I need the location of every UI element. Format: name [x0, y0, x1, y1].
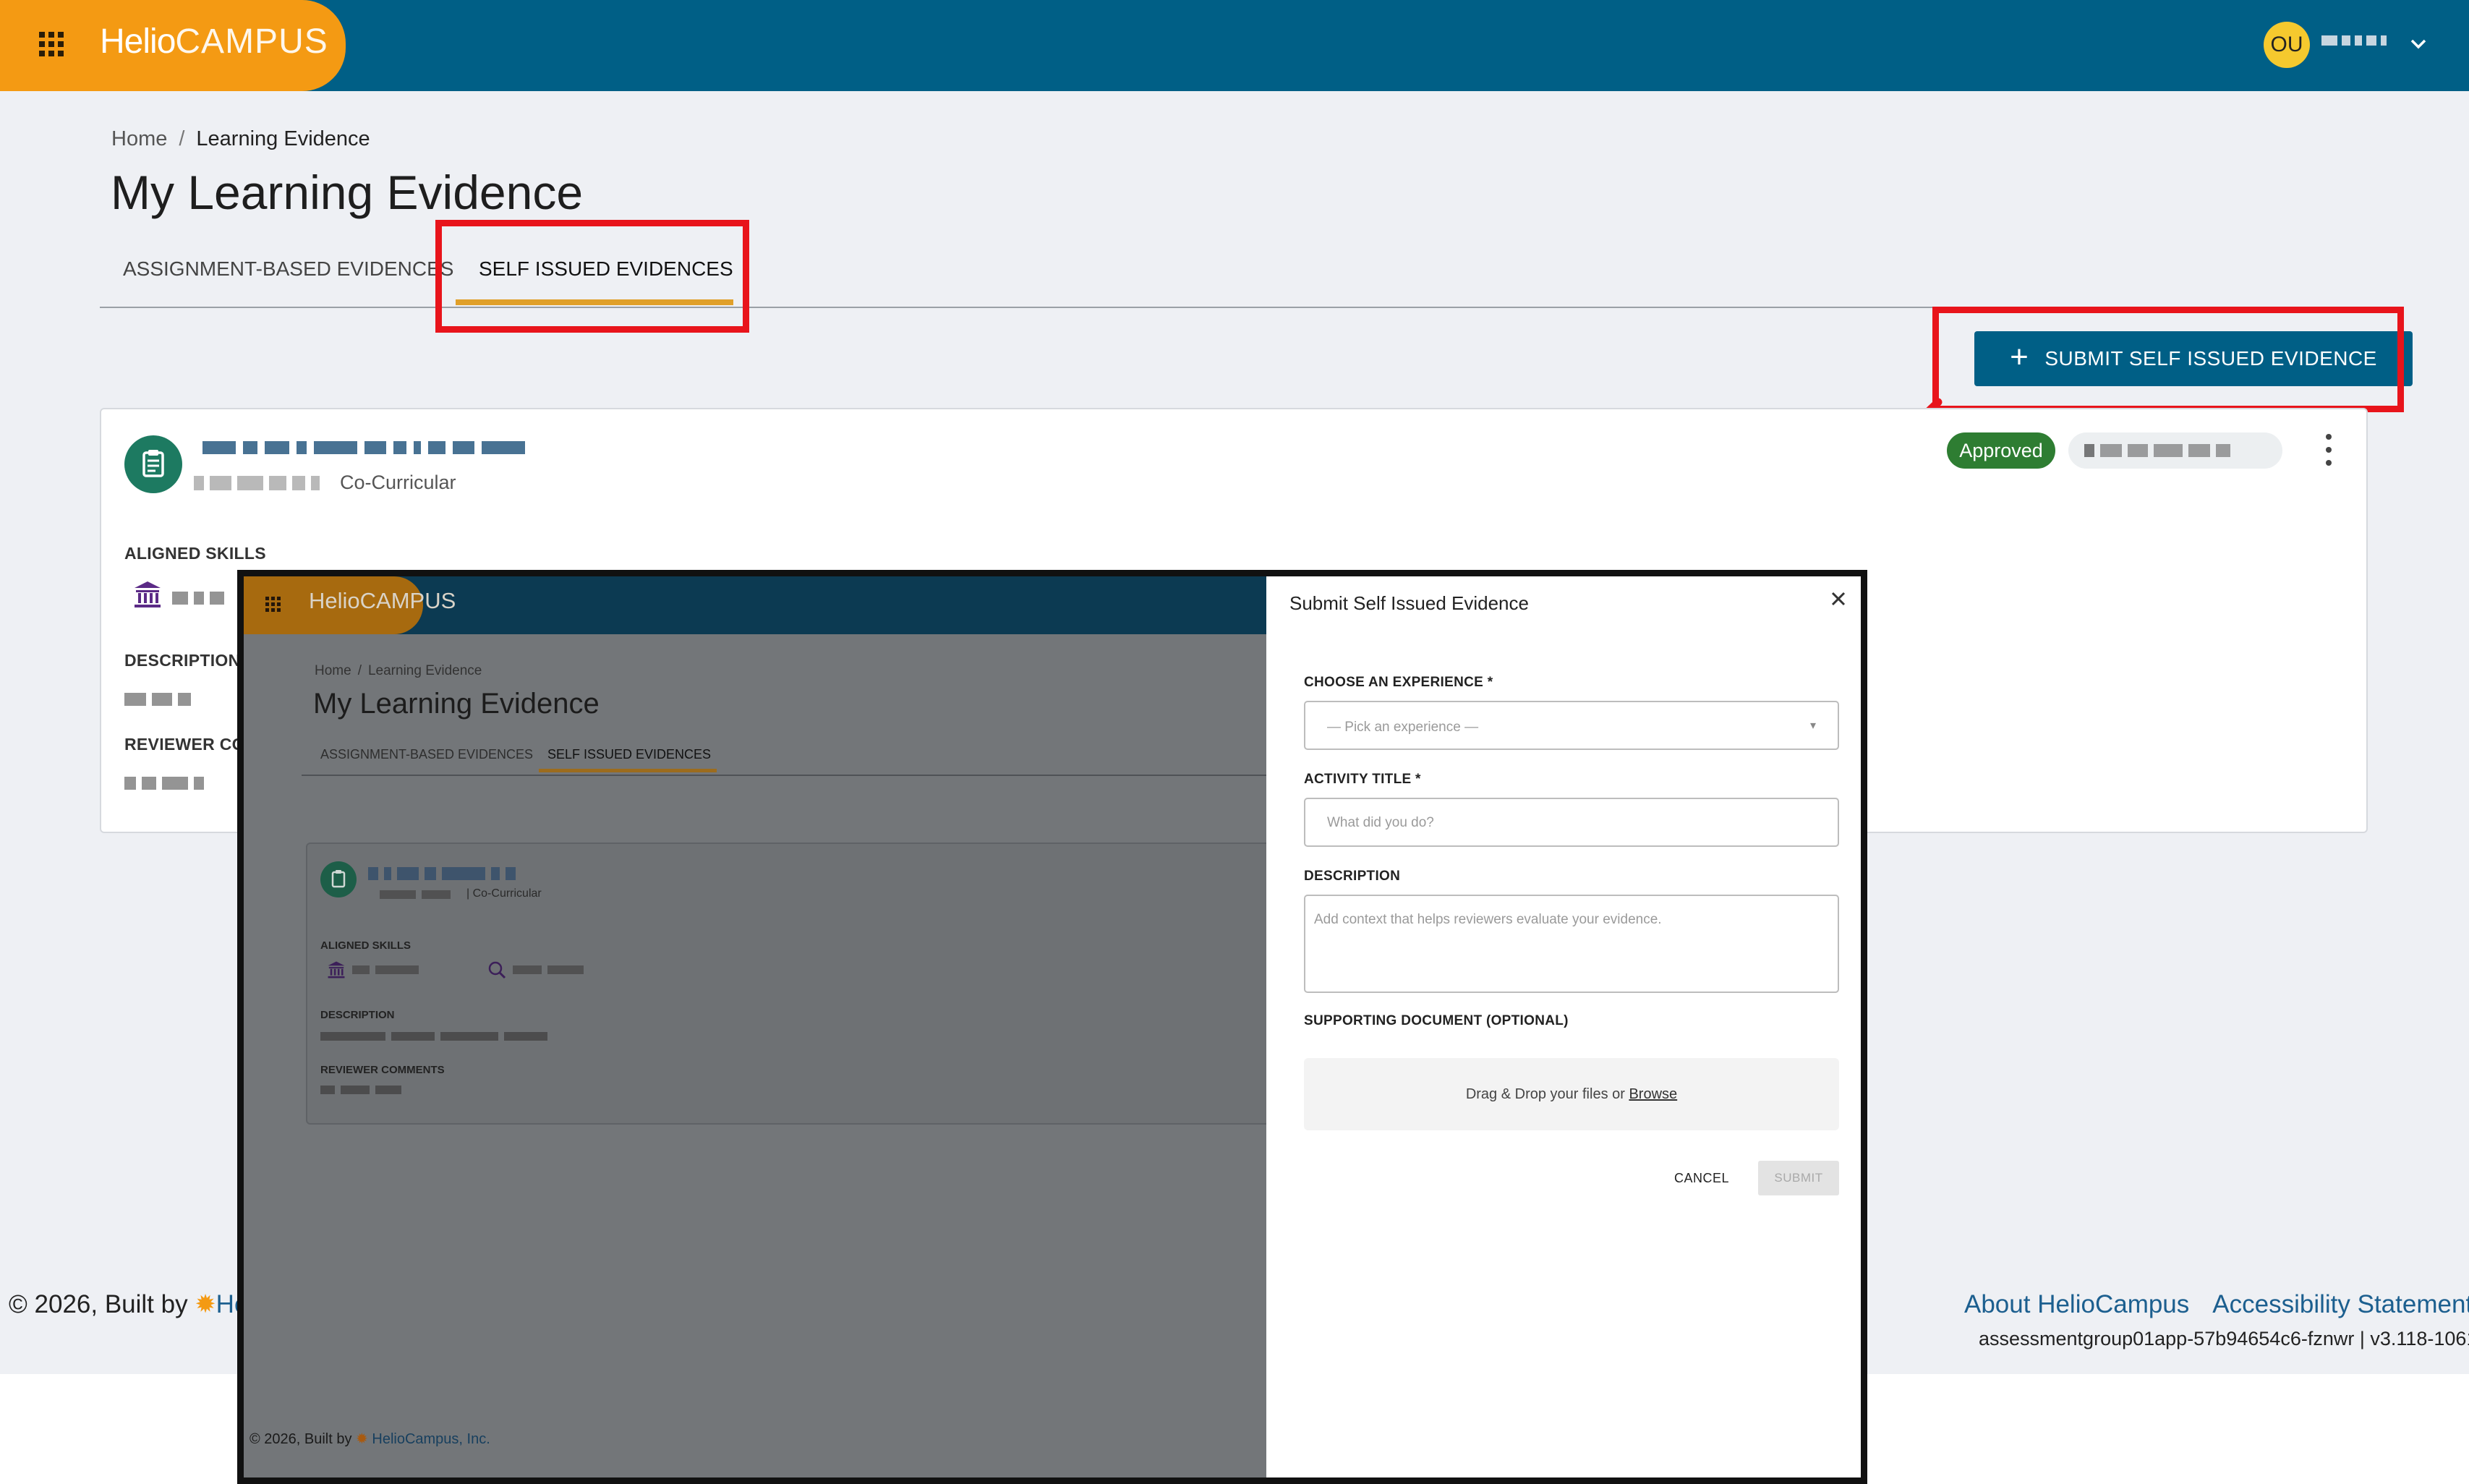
description-redacted	[124, 693, 191, 706]
inset-reviewer-comments-redacted	[320, 1086, 401, 1094]
reviewer-comments-label: REVIEWER CO	[124, 735, 245, 754]
inset-evidence-category: | Co-Curricular	[466, 887, 542, 900]
footer-links: About HelioCampus Accessibility Statement	[1964, 1290, 2469, 1319]
cancel-button[interactable]: CANCEL	[1674, 1171, 1729, 1186]
supporting-document-label: SUPPORTING DOCUMENT (OPTIONAL)	[1304, 1013, 1569, 1028]
skill-name-redacted	[172, 592, 224, 605]
evidence-meta-redacted	[194, 476, 320, 490]
about-heliocampus-link[interactable]: About HelioCampus	[1964, 1290, 2189, 1318]
inset-active-tab-indicator	[539, 769, 717, 772]
drawer-title: Submit Self Issued Evidence	[1289, 592, 1529, 614]
inset-description-label: DESCRIPTION	[320, 1009, 395, 1021]
date-chip-redacted	[2068, 432, 2282, 469]
dropdown-caret-icon: ▾	[1810, 720, 1817, 732]
inset-meta-redacted	[380, 890, 451, 899]
sun-icon: ✹	[195, 1290, 216, 1318]
inset-app-launcher-icon	[265, 597, 281, 612]
clipboard-icon	[124, 435, 182, 493]
activity-title-label: ACTIVITY TITLE *	[1304, 772, 1421, 787]
status-badge: Approved	[1947, 432, 2055, 469]
browse-link[interactable]: Browse	[1629, 1086, 1677, 1102]
reviewer-comments-redacted	[124, 777, 204, 790]
institution-icon	[132, 579, 163, 610]
inset-description-redacted	[320, 1032, 547, 1041]
close-icon[interactable]	[1828, 588, 1849, 616]
file-drop-zone[interactable]: Drag & Drop your files or Browse	[1304, 1058, 1839, 1130]
description-label: DESCRIPTION	[124, 651, 241, 670]
evidence-title-redacted[interactable]	[202, 441, 525, 454]
more-options-icon[interactable]	[2321, 434, 2336, 466]
inset-reviewer-comments-label: REVIEWER COMMENTS	[320, 1064, 445, 1076]
evidence-category: Co-Curricular	[340, 472, 456, 493]
experience-select[interactable]: — Pick an experience —	[1304, 701, 1839, 750]
inset-evidence-card	[306, 843, 1275, 1125]
inset-evidence-title-redacted	[368, 867, 516, 880]
accessibility-statement-link[interactable]: Accessibility Statement	[2212, 1290, 2469, 1318]
inset-tab-self-issued: SELF ISSUED EVIDENCES	[547, 747, 712, 762]
footer-copyright: © 2026, Built by ✹He	[9, 1290, 249, 1318]
submit-button[interactable]: SUBMIT	[1758, 1161, 1839, 1195]
inset-institution-icon	[326, 960, 346, 984]
description-textarea[interactable]: Add context that helps reviewers evaluat…	[1304, 895, 1839, 993]
activity-title-input[interactable]: What did you do?	[1304, 798, 1839, 847]
inset-footer: © 2026, Built by ✹ HelioCampus, Inc.	[250, 1431, 490, 1447]
version-text: assessmentgroup01app-57b94654c6-fznwr | …	[1979, 1328, 2469, 1349]
aligned-skills-label: ALIGNED SKILLS	[124, 544, 266, 563]
inset-screenshot: HelioCAMPUS Home / Learning Evidence My Le…	[237, 570, 1867, 1484]
inset-page-title: My Learning Evidence	[313, 688, 600, 720]
inset-tabs-divider	[302, 775, 1271, 776]
description-field-label: DESCRIPTION	[1304, 869, 1401, 884]
inset-logo: HelioCAMPUS	[309, 588, 456, 613]
experience-label: CHOOSE AN EXPERIENCE *	[1304, 675, 1493, 690]
inset-clipboard-icon	[320, 861, 357, 897]
inset-aligned-skills-label: ALIGNED SKILLS	[320, 939, 412, 952]
inset-skill-2-redacted	[513, 965, 584, 974]
inset-tab-assignment-based: ASSIGNMENT-BASED EVIDENCES	[320, 747, 534, 762]
inset-breadcrumb: Home / Learning Evidence	[315, 663, 482, 678]
inset-search-skill-icon	[487, 960, 507, 984]
inset-skill-1-redacted	[352, 965, 419, 974]
